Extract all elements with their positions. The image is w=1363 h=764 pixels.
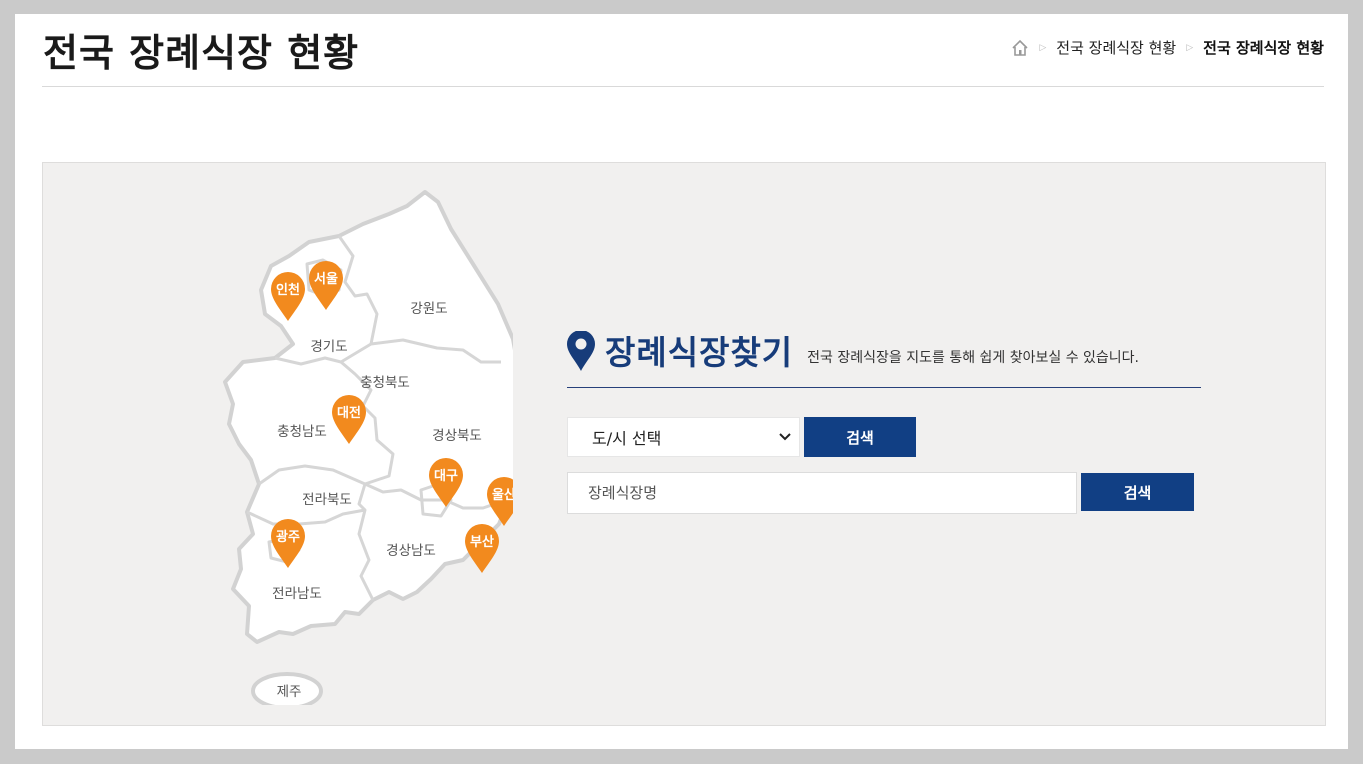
region-label-jeju[interactable]: 제주 <box>277 684 302 700</box>
name-search-row: 검색 <box>567 472 1194 514</box>
location-pin-icon <box>567 331 595 371</box>
region-label-gyeongbuk[interactable]: 경상북도 <box>432 428 482 444</box>
name-search-button[interactable]: 검색 <box>1081 473 1194 511</box>
finder-header: 장례식장찾기 전국 장례식장을 지도를 통해 쉽게 찾아보실 수 있습니다. <box>567 331 1201 388</box>
pin-label-ulsan: 울산 <box>492 487 513 503</box>
region-label-chungnam[interactable]: 충청남도 <box>277 424 327 440</box>
region-label-gyeongnam[interactable]: 경상남도 <box>386 543 436 559</box>
region-search-row: 도/시 선택 검색 <box>567 417 916 457</box>
breadcrumb-current: 전국 장례식장 현황 <box>1203 39 1324 57</box>
pin-label-daejeon: 대전 <box>337 405 361 421</box>
page: 전국 장례식장 현황 ▷ 전국 장례식장 현황 ▷ 전국 장례식장 현황 강원도… <box>15 14 1348 749</box>
page-title: 전국 장례식장 현황 <box>43 31 360 75</box>
breadcrumb: ▷ 전국 장례식장 현황 ▷ 전국 장례식장 현황 <box>1011 37 1324 58</box>
region-label-gangwon[interactable]: 강원도 <box>410 301 447 317</box>
pin-label-daegu: 대구 <box>434 469 458 484</box>
region-label-gyeonggi[interactable]: 경기도 <box>310 339 347 355</box>
funeral-home-name-input[interactable] <box>567 472 1077 514</box>
region-select[interactable]: 도/시 선택 <box>567 417 800 457</box>
pin-label-gwangju: 광주 <box>276 530 300 545</box>
title-divider <box>42 86 1324 87</box>
finder-description: 전국 장례식장을 지도를 통해 쉽게 찾아보실 수 있습니다. <box>807 350 1140 366</box>
mainland-outline <box>223 190 513 644</box>
region-search-button[interactable]: 검색 <box>804 417 916 457</box>
breadcrumb-separator-icon: ▷ <box>1039 42 1047 53</box>
breadcrumb-separator-icon: ▷ <box>1186 42 1194 53</box>
pin-label-incheon: 인천 <box>276 282 300 298</box>
region-select-value: 도/시 선택 <box>592 429 662 448</box>
pin-label-busan: 부산 <box>470 534 494 550</box>
korea-map: 강원도 경기도 충청북도 충청남도 경상북도 전라북도 경상남도 전라남도 제주… <box>223 190 513 705</box>
chevron-down-icon <box>779 433 791 441</box>
region-label-jeonnam[interactable]: 전라남도 <box>272 586 322 602</box>
home-icon[interactable] <box>1011 39 1029 57</box>
breadcrumb-item[interactable]: 전국 장례식장 현황 <box>1056 37 1176 58</box>
region-label-jeonbuk[interactable]: 전라북도 <box>302 492 352 508</box>
search-panel: 강원도 경기도 충청북도 충청남도 경상북도 전라북도 경상남도 전라남도 제주… <box>42 162 1326 726</box>
finder-title: 장례식장찾기 <box>605 333 794 372</box>
funeral-home-finder: 장례식장찾기 전국 장례식장을 지도를 통해 쉽게 찾아보실 수 있습니다. 도… <box>567 331 1201 514</box>
map-pin-busan[interactable]: 부산 <box>465 524 499 573</box>
pin-label-seoul: 서울 <box>314 271 338 287</box>
region-label-chungbuk[interactable]: 충청북도 <box>360 375 410 391</box>
